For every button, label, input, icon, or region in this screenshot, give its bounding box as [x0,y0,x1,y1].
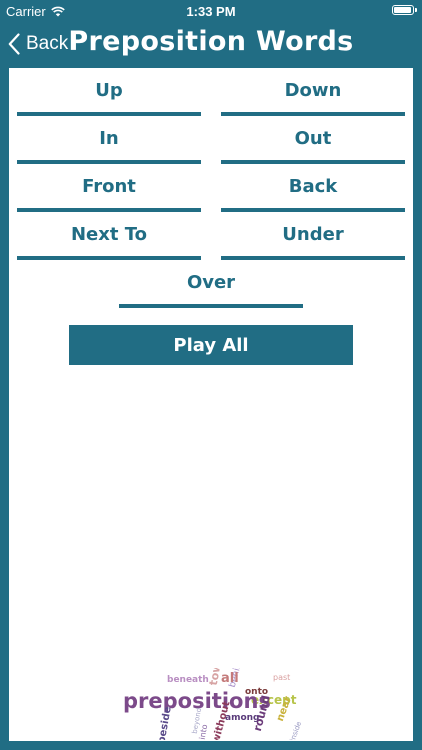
play-all-label: Play All [173,334,249,356]
word-button-back[interactable]: Back [221,164,405,212]
status-bar: Carrier 1:33 PM [0,0,422,22]
word-button-next-to[interactable]: Next To [17,212,201,260]
word-label: In [99,127,119,149]
page-title: Preposition Words [68,26,354,57]
word-button-under[interactable]: Under [221,212,405,260]
word-cloud-word: into [198,724,210,740]
word-button-in[interactable]: In [17,116,201,164]
word-button-out[interactable]: Out [221,116,405,164]
word-label: Back [288,175,338,197]
word-label: Front [82,175,136,197]
word-label: Next To [70,223,147,245]
play-all-button[interactable]: Play All [69,325,353,365]
word-label: Over [186,271,236,293]
word-label: Under [282,223,344,245]
word-label: Down [284,79,342,101]
word-cloud-word: inside [289,720,303,740]
word-label: Out [294,127,332,149]
word-cloud-word: past [273,673,290,682]
word-cloud-word: all [221,671,239,686]
word-button-front[interactable]: Front [17,164,201,212]
prepositions-word-cloud-image: beneath toward behind all past onto exce… [123,668,303,740]
word-button-up[interactable]: Up [17,68,201,116]
content-panel: Up Down In Out Front Back Next To Under … [9,68,413,741]
word-label: Up [95,79,123,101]
word-cloud-word: beneath [167,675,209,685]
battery-icon [392,5,417,15]
word-button-over[interactable]: Over [119,260,303,308]
nav-bar: Back Preposition Words [0,22,422,66]
word-button-down[interactable]: Down [221,68,405,116]
status-time: 1:33 PM [186,4,236,19]
